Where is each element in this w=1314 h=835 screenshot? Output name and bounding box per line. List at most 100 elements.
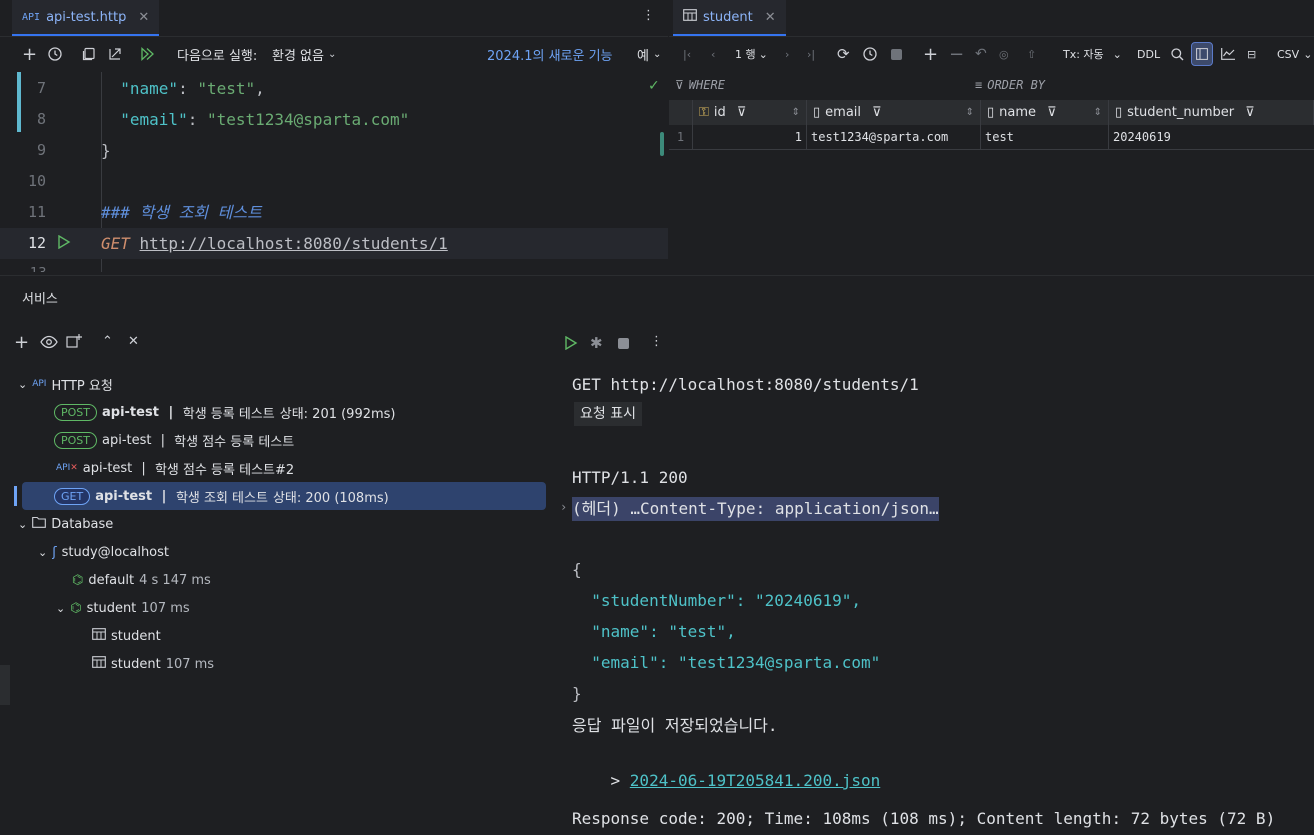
copy-icon[interactable] [82, 37, 96, 71]
session-icon: ⌬ [72, 572, 84, 588]
headers-collapsed[interactable]: (헤더) …Content-Type: application/json… [572, 497, 939, 521]
preview-icon[interactable]: ◎ [999, 37, 1009, 71]
search-icon[interactable] [1171, 37, 1184, 71]
http-request-item[interactable]: POST api-test | 학생 등록 테스트 상태: 201 (992ms) [54, 398, 396, 426]
whats-new-link[interactable]: 2024.1의 새로운 기능 [487, 37, 613, 71]
add-service-icon[interactable]: + [14, 332, 29, 353]
run-request-icon[interactable] [57, 228, 71, 259]
tree-table-student[interactable]: student [92, 622, 161, 650]
run-icon[interactable] [564, 336, 578, 350]
chevron-down-icon: ⌄ [652, 48, 662, 60]
tree-connection[interactable]: ⌄ ʃ study@localhost [38, 538, 169, 566]
sort-icon: ≡ [975, 78, 983, 92]
where-label: WHERE [688, 78, 725, 92]
last-page-icon[interactable]: ›| [807, 37, 815, 71]
column-icon: ▯ [987, 105, 995, 120]
filter-icon[interactable]: ⊽ [872, 105, 882, 120]
cell-student-number[interactable]: 20240619 [1109, 125, 1314, 150]
tree-group-http[interactable]: ⌄ API HTTP 요청 [18, 370, 113, 398]
tree-table-student-2[interactable]: student 107 ms [92, 650, 214, 678]
sort-icon[interactable]: ⇕ [792, 107, 800, 118]
tree-group-database[interactable]: ⌄ Database [18, 510, 113, 538]
clock-icon[interactable] [863, 37, 877, 71]
cell-id[interactable]: 1 [693, 125, 807, 150]
show-request-link[interactable]: 요청 표시 [574, 402, 642, 426]
export-format-dropdown[interactable]: CSV ⌄ [1277, 37, 1312, 71]
column-header-name[interactable]: ▯ name ⊽ ⇕ [981, 100, 1109, 125]
submit-icon[interactable]: ⇧ [1027, 37, 1036, 71]
chart-icon[interactable] [1221, 37, 1235, 71]
column-header-email[interactable]: ▯ email ⊽ ⇕ [807, 100, 981, 125]
chevron-right-icon[interactable]: › [560, 500, 567, 514]
request-line: GET http://localhost:8080/students/1 [572, 375, 919, 394]
rows-label: 1 행 [735, 48, 756, 61]
tree-session-default[interactable]: ⌬ default 4 s 147 ms [72, 566, 211, 594]
history-icon[interactable] [48, 37, 62, 71]
more-vert-icon[interactable]: ⋮ [650, 334, 663, 349]
code-text: GET http://localhost:8080/students/1 [101, 228, 448, 259]
more-vert-icon[interactable]: ⋮ [642, 8, 655, 23]
response-body-line: "name": "test", [572, 622, 736, 641]
refresh-icon[interactable]: ⟳ [837, 37, 850, 71]
code-token: ### 학생 조회 테스트 [101, 203, 262, 222]
saved-message: 응답 파일이 저장되었습니다. [572, 716, 778, 735]
stop-icon[interactable] [618, 338, 629, 349]
sort-icon[interactable]: ⇕ [966, 107, 974, 118]
services-panel-title: 서비스 [22, 292, 58, 307]
environment-dropdown[interactable]: 환경 없음 ⌄ [272, 37, 336, 71]
close-icon[interactable]: ✕ [765, 10, 776, 25]
code-editor[interactable]: ✓ 7 "name": "test", 8 "email": "test1234@… [0, 72, 668, 272]
code-token: : [178, 79, 198, 98]
stop-icon[interactable] [891, 37, 902, 71]
examples-dropdown[interactable]: 예 ⌄ [637, 37, 661, 71]
line-13-partial: 13 [30, 266, 47, 272]
add-icon[interactable]: + [22, 37, 37, 71]
cell-email[interactable]: test1234@sparta.com [807, 125, 981, 150]
transaction-mode-dropdown[interactable]: Tx: 자동 ⌄ [1063, 37, 1122, 71]
tx-label: Tx: 자동 [1063, 48, 1104, 61]
code-line: 8 "email": "test1234@sparta.com" [0, 104, 668, 135]
tree-session-student[interactable]: ⌄ ⌬ student 107 ms [56, 594, 190, 622]
editor-tab-api-test[interactable]: API api-test.http ✕ [12, 0, 160, 36]
api-icon: API [32, 379, 47, 389]
http-request-item[interactable]: API✕ api-test | 학생 점수 등록 테스트#2 [56, 454, 294, 482]
column-header-id[interactable]: ⚿ id ⊽ ⇕ [693, 100, 807, 125]
eye-icon[interactable] [40, 335, 58, 349]
expand-all-icon[interactable]: ⌃ [102, 334, 113, 349]
next-page-icon[interactable]: › [785, 37, 789, 71]
close-icon[interactable]: ✕ [138, 10, 149, 25]
ddl-button[interactable]: DDL [1137, 37, 1160, 71]
request-file: api-test [82, 460, 133, 476]
cell-name[interactable]: test [981, 125, 1109, 150]
column-header-student-number[interactable]: ▯ student_number ⊽ [1109, 100, 1314, 125]
http-request-item[interactable]: POST api-test | 학생 점수 등록 테스트 [54, 426, 294, 454]
order-by-filter[interactable]: ≡ ORDER BY [975, 78, 1045, 92]
column-label: name [999, 105, 1037, 120]
collapse-all-icon[interactable]: ✕ [128, 334, 139, 349]
filter-icon[interactable]: ⊽ [737, 105, 747, 120]
convert-icon[interactable] [108, 37, 122, 71]
request-sep: | [163, 404, 178, 420]
http-request-item[interactable]: GET api-test | 학생 조회 테스트 상태: 200 (108ms) [22, 482, 546, 510]
sort-icon[interactable]: ⇕ [1094, 107, 1102, 118]
view-mode-icon[interactable] [1191, 42, 1213, 66]
first-page-icon[interactable]: |‹ [683, 37, 691, 71]
run-all-icon[interactable] [140, 37, 156, 71]
new-group-icon[interactable] [66, 333, 82, 349]
where-filter[interactable]: ⊽ WHERE [675, 78, 725, 92]
transpose-icon[interactable]: ⊟ [1247, 37, 1256, 71]
add-row-icon[interactable]: + [923, 37, 938, 71]
revert-icon[interactable]: ↶ [975, 37, 987, 71]
debug-icon[interactable]: ✱ [590, 334, 603, 352]
response-file-link[interactable]: 2024-06-19T205841.200.json [630, 771, 880, 790]
chevron-down-icon: ⌄ [758, 47, 768, 61]
page-size-dropdown[interactable]: 1 행 ⌄ [735, 37, 768, 71]
result-grid: ⚿ id ⊽ ⇕ ▯ email ⊽ ⇕ ▯ name ⊽ ⇕ ▯ studen… [669, 100, 1314, 150]
filter-icon[interactable]: ⊽ [1047, 105, 1057, 120]
filter-icon[interactable]: ⊽ [1245, 105, 1255, 120]
line-number: 7 [36, 79, 46, 97]
prev-page-icon[interactable]: ‹ [711, 37, 715, 71]
db-tab-student[interactable]: student ✕ [673, 0, 786, 36]
delete-row-icon[interactable]: − [949, 37, 964, 71]
request-title: 학생 점수 등록 테스트#2 [154, 462, 295, 478]
